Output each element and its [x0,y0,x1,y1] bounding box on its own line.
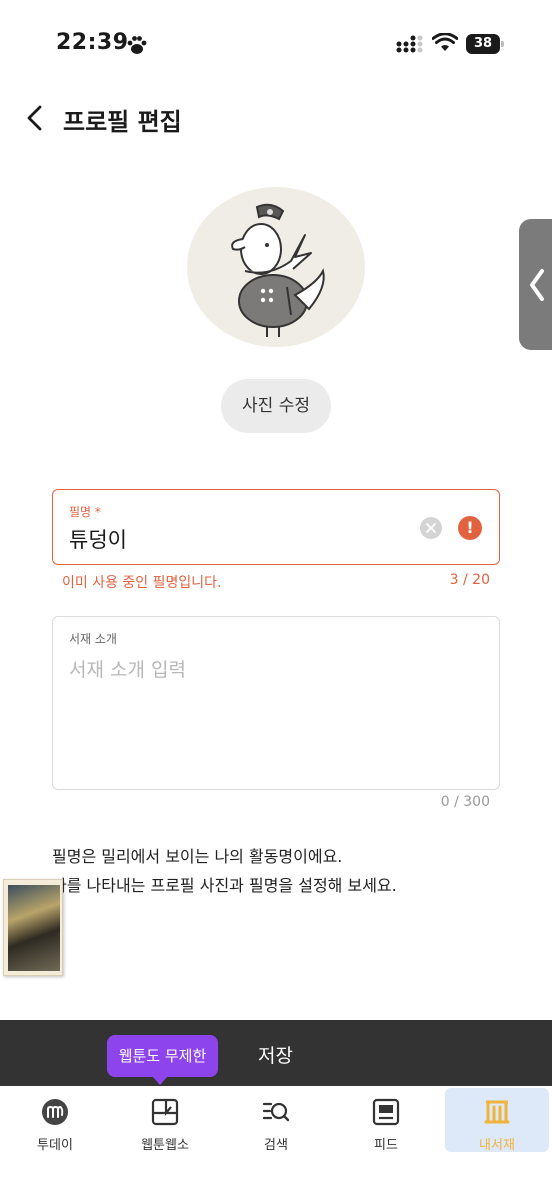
paw-icon [127,36,147,54]
page-title: 프로필 편집 [63,108,182,136]
required-mark: * [94,505,101,519]
battery-level: 38 [466,34,500,54]
floating-book-thumbnail[interactable] [3,879,63,976]
wifi-icon [432,33,458,51]
save-bar[interactable]: 저장 [0,1020,552,1086]
status-time: 22:39 [56,30,129,55]
library-icon [484,1100,510,1124]
tab-today[interactable]: 투데이 [3,1088,107,1153]
error-icon: ! [458,516,482,540]
chevron-left-icon [27,105,42,131]
clear-button[interactable] [420,517,442,539]
tab-webtoon[interactable]: 웹툰웹소 [113,1088,217,1153]
tab-feed[interactable]: 피드 [334,1088,438,1153]
tab-label: 피드 [374,1138,398,1153]
nickname-input[interactable]: 튜덩이 [69,524,127,554]
webtoon-promo-tooltip[interactable]: 웹툰도 무제한 [107,1035,218,1077]
library-intro-input[interactable] [69,655,479,775]
tab-my-library[interactable]: 내서재 [445,1088,549,1153]
bottom-tab-bar: 투데이 웹툰웹소 검색 피드 내서재 [0,1086,552,1200]
edit-photo-button[interactable]: 사진 수정 [221,379,331,433]
milli-logo-icon [42,1099,68,1125]
intro-char-count: 0 / 300 [440,794,490,810]
search-list-icon [262,1102,290,1122]
tab-label: 내서재 [479,1138,515,1153]
tab-search[interactable]: 검색 [224,1088,328,1153]
tab-label: 투데이 [37,1138,73,1153]
library-intro-field[interactable]: 서재 소개 [52,616,500,790]
book-cover-image [8,885,60,971]
nickname-error-message: 이미 사용 중인 필명입니다. [62,575,222,591]
back-button[interactable] [18,100,54,136]
save-button[interactable]: 저장 [258,1041,293,1068]
close-icon [426,523,436,533]
help-line: 필명은 밀리에서 보이는 나의 활동명이에요. [52,847,343,866]
nickname-field[interactable]: 필명 * 튜덩이 ! [52,489,500,565]
tab-label: 웹툰웹소 [141,1138,189,1153]
help-text: 필명은 밀리에서 보이는 나의 활동명이에요. 나를 나타내는 프로필 사진과 … [52,842,397,900]
duck-character-illustration [231,203,325,337]
nickname-char-count: 3 / 20 [449,572,490,588]
webtoon-icon [151,1098,179,1126]
help-line: 나를 나타내는 프로필 사진과 필명을 설정해 보세요. [52,876,397,895]
tab-label: 검색 [264,1138,288,1153]
profile-avatar [187,187,365,347]
status-bar: 22:39 38 [0,0,552,90]
battery-icon: 38 [466,34,504,54]
library-intro-label: 서재 소개 [69,632,117,646]
feed-icon [372,1098,400,1126]
chevron-left-icon [530,269,544,301]
side-drawer-handle[interactable] [519,219,552,350]
header: 프로필 편집 [0,90,552,150]
nickname-label: 필명 * [69,505,101,519]
signal-icon [396,35,423,53]
tooltip-tail [152,1076,168,1085]
